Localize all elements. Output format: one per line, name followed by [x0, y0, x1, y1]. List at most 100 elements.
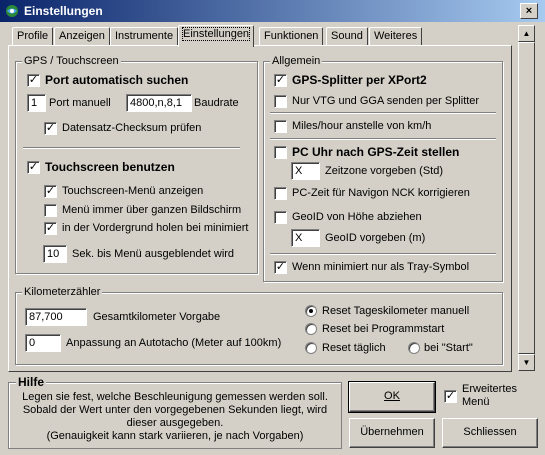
window-title: Einstellungen	[24, 4, 103, 18]
tab-einstellungen[interactable]: Einstellungen	[178, 25, 255, 47]
navigon-checkbox[interactable]	[274, 187, 287, 200]
tab-anzeigen[interactable]: Anzeigen	[54, 27, 110, 46]
menu-fullscreen-label: Menü immer über ganzen Bildschirm	[62, 204, 242, 216]
help-line: dieser ausgegeben.	[126, 417, 224, 429]
checksum-checkbox[interactable]: ✓	[44, 122, 57, 135]
scroll-down-button[interactable]: ▼	[518, 354, 535, 371]
tab-label: Weiteres	[374, 30, 418, 42]
touch-menu-label: Touchscreen-Menü anzeigen	[62, 185, 204, 197]
allgemein-divider-1	[270, 112, 496, 114]
foreground-label: in der Vordergrund holen bei minimiert	[62, 222, 249, 234]
kilometer-group-legend: Kilometerzähler	[22, 286, 103, 298]
touchscreen-checkbox[interactable]: ✓	[27, 161, 40, 174]
ok-button[interactable]: OK	[348, 381, 436, 413]
scroll-thumb[interactable]	[518, 42, 535, 354]
reset-on-start-label: bei "Start"	[424, 342, 473, 354]
allgemein-divider-3	[270, 253, 496, 255]
gps-group-legend: GPS / Touchscreen	[22, 55, 121, 67]
arrow-up-icon: ▲	[522, 29, 531, 38]
reset-manual-radio[interactable]	[305, 305, 317, 317]
navigon-label: PC-Zeit für Navigon NCK korrigieren	[292, 187, 470, 199]
miles-label: Miles/hour anstelle von km/h	[292, 120, 432, 132]
tab-label: Funktionen	[264, 30, 319, 42]
menu-fullscreen-checkbox[interactable]	[44, 204, 57, 217]
help-line: Sobald der Wert unter den vorgegebenen S…	[22, 404, 328, 416]
reset-start-label: Reset bei Programmstart	[322, 323, 445, 335]
scrollbar[interactable]: ▲ ▼	[518, 25, 535, 371]
help-line: (Genauigkeit kann stark variieren, je na…	[46, 430, 304, 442]
ok-button-label: OK	[384, 390, 400, 402]
check-icon: ✓	[275, 261, 286, 273]
timezone-input[interactable]: X	[291, 162, 320, 180]
touch-menu-checkbox[interactable]: ✓	[44, 185, 57, 198]
reset-daily-label: Reset täglich	[322, 342, 386, 354]
extended-menu-checkbox[interactable]: ✓	[444, 390, 457, 403]
total-km-label: Gesamtkilometer Vorgabe	[93, 311, 221, 323]
radio-selected-dot	[309, 309, 313, 313]
check-icon: ✓	[45, 122, 56, 134]
check-icon: ✓	[28, 161, 39, 173]
tab-weiteres[interactable]: Weiteres	[369, 27, 423, 46]
extended-menu-label-line2: Menü	[462, 396, 490, 408]
geoid-value-label: GeoID vorgeben (m)	[325, 232, 426, 244]
tab-label: Einstellungen	[181, 27, 251, 41]
help-group: Hilfe Legen sie fest, welche Beschleunig…	[8, 375, 342, 449]
extended-menu-label-line1: Erweitertes	[462, 383, 518, 395]
tab-label: Instrumente	[115, 30, 174, 42]
baudrate-label: Baudrate	[194, 97, 239, 109]
tab-label: Profile	[17, 30, 49, 42]
tab-funktionen[interactable]: Funktionen	[259, 27, 324, 46]
check-icon: ✓	[275, 74, 286, 86]
tray-label: Wenn minimiert nur als Tray-Symbol	[292, 261, 470, 273]
autotacho-label: Anpassung an Autotacho (Meter auf 100km)	[66, 337, 282, 349]
tab-instrumente[interactable]: Instrumente	[110, 27, 179, 46]
gps-divider	[23, 147, 240, 149]
reset-on-start-radio[interactable]	[408, 342, 420, 354]
allgemein-divider-2	[270, 138, 496, 140]
check-icon: ✓	[28, 74, 39, 86]
apply-button[interactable]: Übernehmen	[349, 418, 435, 448]
port-label: Port manuell	[49, 97, 111, 109]
hide-seconds-input[interactable]: 10	[43, 245, 67, 263]
timezone-label: Zeitzone vorgeben (Std)	[325, 165, 444, 177]
port-input[interactable]: 1	[27, 94, 46, 112]
geoid-checkbox[interactable]	[274, 211, 287, 224]
close-window-button[interactable]: ×	[520, 3, 538, 19]
help-title: Hilfe	[16, 375, 47, 389]
apply-button-label: Übernehmen	[360, 426, 424, 438]
title-bar[interactable]: Einstellungen ×	[0, 0, 545, 22]
tab-sound[interactable]: Sound	[326, 27, 368, 46]
foreground-checkbox[interactable]: ✓	[44, 222, 57, 235]
autotacho-input[interactable]: 0	[25, 334, 61, 352]
close-button-label: Schliessen	[463, 426, 517, 438]
settings-window: Einstellungen × Profile Anzeigen Instrum…	[0, 0, 545, 455]
tray-checkbox[interactable]: ✓	[274, 261, 287, 274]
splitter-checkbox[interactable]: ✓	[274, 74, 287, 87]
reset-daily-radio[interactable]	[305, 342, 317, 354]
tab-label: Anzeigen	[59, 30, 105, 42]
pc-clock-checkbox[interactable]	[274, 146, 287, 159]
geoid-input[interactable]: X	[291, 229, 320, 247]
allgemein-group-legend: Allgemein	[270, 55, 323, 67]
check-icon: ✓	[45, 185, 56, 197]
tab-label: Sound	[331, 30, 363, 42]
hide-seconds-label: Sek. bis Menü ausgeblendet wird	[72, 248, 235, 260]
check-icon: ✓	[445, 390, 456, 402]
baudrate-input[interactable]: 4800,n,8,1	[126, 94, 192, 112]
check-icon: ✓	[45, 222, 56, 234]
miles-checkbox[interactable]	[274, 120, 287, 133]
port-auto-checkbox[interactable]: ✓	[27, 74, 40, 87]
checksum-label: Datensatz-Checksum prüfen	[62, 122, 202, 134]
tab-profile[interactable]: Profile	[12, 27, 54, 46]
help-text: Legen sie fest, welche Beschleunigung ge…	[15, 391, 335, 443]
scroll-up-button[interactable]: ▲	[518, 25, 535, 42]
reset-start-radio[interactable]	[305, 323, 317, 335]
arrow-down-icon: ▼	[522, 358, 531, 367]
total-km-input[interactable]: 87,700	[25, 308, 87, 326]
help-line: Legen sie fest, welche Beschleunigung ge…	[22, 391, 328, 403]
app-icon	[6, 5, 18, 17]
vtg-checkbox[interactable]	[274, 95, 287, 108]
touchscreen-label: Touchscreen benutzen	[45, 160, 175, 174]
extended-menu-label: Erweitertes Menü	[462, 383, 517, 409]
close-button[interactable]: Schliessen	[442, 418, 538, 448]
